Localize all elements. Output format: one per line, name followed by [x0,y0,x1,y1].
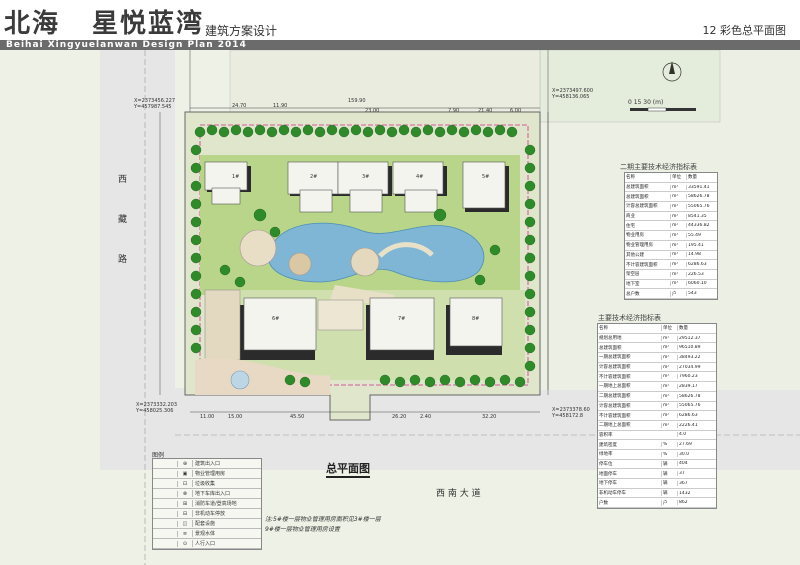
dim-top-3: 23.00 [365,108,380,114]
table-row: 一期总建筑面积 m² 38493.22 [598,353,716,363]
table-row: 地下室 m² 6060.10 [625,280,717,290]
table-row: 地下停车辆 367 [598,479,716,489]
building-label: 7# [398,316,406,322]
legend-row: ⊞ 消防车道/登高场地 [153,499,261,509]
table-row: 住宅 m² 44336.82 [625,221,717,232]
legend-row: ≡ 景观水体 [153,529,261,539]
dim-top-2: 159.90 [348,98,366,104]
note-2: 9#楼一层物业管理用房设置 [265,526,340,533]
table-row: 名称 单位 数量 [625,173,717,183]
table-row: 总建筑面积 m² 58626.78 [625,192,717,203]
table-row: 一期地上总面积 m² 2839.17 [598,382,716,392]
scale-bar [630,107,696,112]
road-west-label: 西 藏 路 [118,175,128,265]
scale-label: 0 15 30 (m) [628,99,664,106]
note-1: 注:5#楼一层物业管理用房面积见3#楼一层 [265,516,381,523]
table-row: 物业用房 m² 55.49 [625,231,717,241]
table-row: 容积率 4.0 [598,431,716,441]
dim-bottom-0: 11.00 [200,414,215,420]
table-row: 绿地率% 30.0 [598,450,716,460]
dim-top-1: 11.90 [273,103,288,109]
brand-name: 星悦蓝湾 [92,9,205,39]
table2-title: 二期主要技术经济指标表 [620,163,697,171]
dim-bottom-4: 2.40 [420,414,432,420]
table-row: 总建筑面积 m² 96510.89 [598,343,716,354]
road-south-label: 西 南 大 道 [436,489,481,499]
table-row: 非机动车停车辆 1432 [598,489,716,499]
dim-top-4: 7.90 [448,108,460,114]
table-row: 计容总建筑面积 m² 55065.76 [625,202,717,212]
table-row: 总户数户 543 [625,289,717,299]
table-row: 建筑密度% 27.69 [598,440,716,450]
building-label: 6# [272,316,280,322]
building-label: 3# [362,174,370,180]
coord-nw: X=2373456.227 Y=457987.545 [134,98,176,110]
table-row: 计容总建筑面积 m² 55065.76 [598,402,716,412]
building-label: 5# [482,174,490,180]
dim-top-0: 24.70 [232,103,247,109]
legend-row: ▣ 物业管理用房 [153,469,261,479]
header-bar: Beihai Xingyuelanwan Design Plan 2014 [0,40,800,50]
legend-row: ⊙ 人行入口 [153,539,261,549]
dim-bottom-2: 45.50 [290,414,305,420]
table-row: 其他公建 m² 14.98 [625,251,717,261]
building-label: 1# [232,174,240,180]
coord-ne: X=2373497.600 Y=458136.065 [552,88,594,100]
logo-beihai: 北海 [4,9,61,39]
table-row: 规划总用地 m² 29512.37 [598,334,716,344]
table-row: 地面停车辆 37 [598,469,716,479]
dim-top-6: 6.00 [510,108,522,114]
table-row: 不计容建筑面积 m² 6286.63 [625,260,717,270]
table-row: 二期总建筑面积 m² 58626.78 [598,392,716,402]
legend-row: ⊗ 地下车库出入口 [153,489,261,499]
legend-row: ⊕ 建筑出入口 [153,459,261,469]
legend-row: ◫ 配套设施 [153,519,261,529]
legend-row: ⊟ 非机动车停放 [153,509,261,519]
table1: 名称 单位 数量 规划总用地 m² 29512.37 总建筑面积 m² 96510.89 一… [597,323,717,510]
table-row: 名称 单位 数量 [598,324,716,334]
legend: ⊕ 建筑出入口 ▣ 物业管理用房 ⊡ 垃圾收集 ⊗ 地下车库出入口 ⊞ 消防车道/登高场地… [152,458,262,550]
dim-bottom-5: 32.20 [482,414,497,420]
coord-se: X=2373378.60 Y=458172.8 [552,407,590,419]
building-label: 8# [472,316,480,322]
table-row: 不计容建筑面积 m² 7960.23 [598,372,716,383]
table-row: 物业管理用房 m² 195.41 [625,241,717,251]
header: 北海 星悦蓝湾 建筑方案设计 12 彩色总平面图 Beihai Xingyuel… [0,0,800,50]
dim-bottom-3: 26.20 [392,414,407,420]
legend-row: ⊡ 垃圾收集 [153,479,261,489]
doc-subtitle: 建筑方案设计 [205,24,278,38]
table-row: 二期地上总面积 m² 2226.41 [598,421,716,431]
building-label: 2# [310,174,318,180]
table-row: 总建筑面积 m² 33591.41 [625,183,717,193]
coord-sw: X=2373332.203 Y=458025.306 [136,402,178,414]
building-label: 4# [416,174,424,180]
table-row: 商业 m² 8541.35 [625,212,717,222]
dim-top-5: 21.40 [478,108,493,114]
table-row: 户数户 862 [598,498,716,509]
page-title: 12 彩色总平面图 [702,24,787,37]
english-title: Beihai Xingyuelanwan Design Plan 2014 [6,40,247,50]
dim-bottom-1: 15.00 [228,414,243,420]
table-row: 架空层 m² 226.53 [625,270,717,280]
table-row: 不计容建筑面积 m² 6286.63 [598,411,716,421]
table2: 名称 单位 数量 总建筑面积 m² 33591.41 总建筑面积 m² 58626.78 计… [624,172,718,300]
table-row: 计容总建筑面积 m² 27034.99 [598,363,716,373]
plan-title: 总平面图 [326,460,370,478]
round-plaza [239,229,277,267]
table-row: 停车位辆 404 [598,460,716,470]
table1-title: 主要技术经济指标表 [598,314,661,322]
